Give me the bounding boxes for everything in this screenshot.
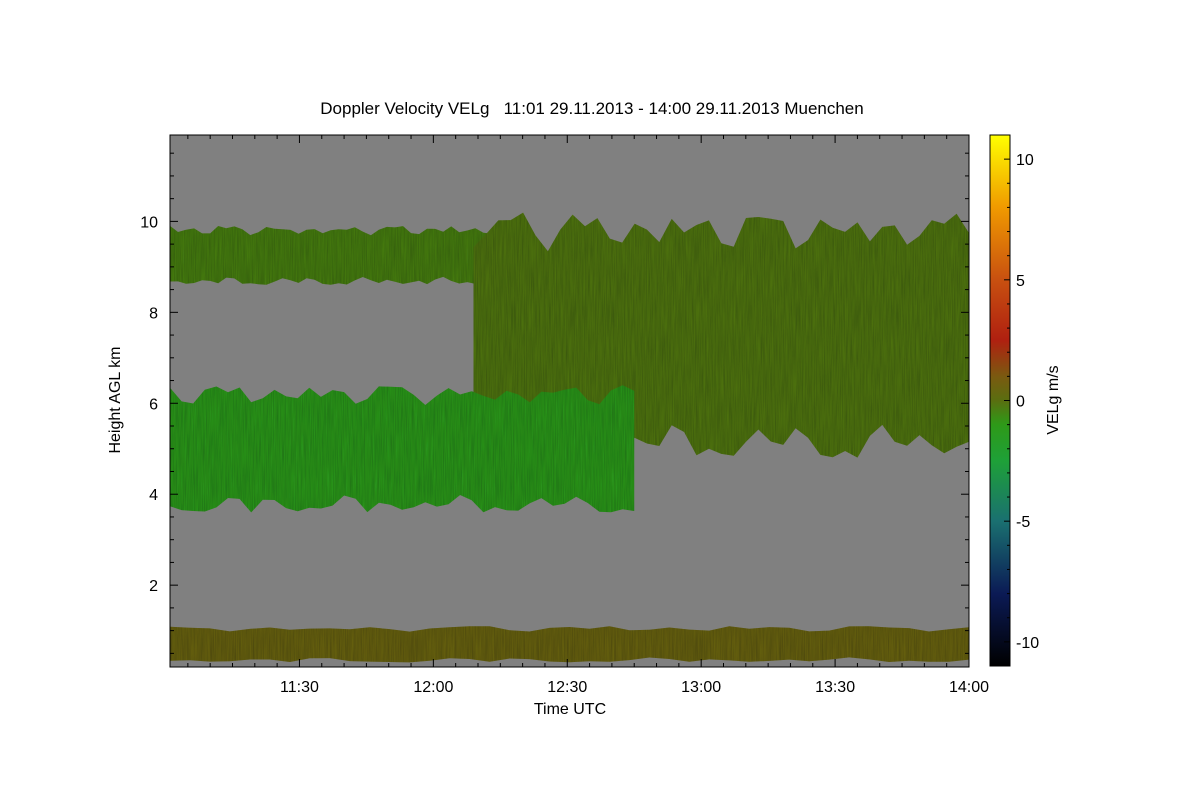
colorbar-tick-label: 10 — [1016, 152, 1034, 169]
x-tick-label: 14:00 — [949, 679, 989, 696]
x-axis-title: Time UTC — [534, 701, 606, 718]
y-tick-label: 6 — [149, 396, 158, 413]
velocity-region-1 — [170, 225, 492, 285]
velocity-region-4 — [170, 626, 969, 663]
colorbar-title: VELg m/s — [1045, 365, 1062, 434]
velocity-region-3 — [170, 385, 635, 513]
colorbar-tick-label: 5 — [1016, 273, 1025, 290]
x-tick-label: 13:30 — [815, 679, 855, 696]
y-tick-label: 4 — [149, 487, 158, 504]
colorbar-tick-label: -10 — [1016, 635, 1039, 652]
chart-title: Doppler Velocity VELg 11:01 29.11.2013 -… — [320, 99, 863, 118]
y-axis-title: Height AGL km — [107, 346, 124, 453]
chart: Doppler Velocity VELg 11:01 29.11.2013 -… — [107, 99, 1062, 718]
colorbar-tick-label: -5 — [1016, 514, 1030, 531]
colorbar-tick-label: 0 — [1016, 394, 1025, 411]
y-tick-label: 8 — [149, 305, 158, 322]
x-tick-label: 11:30 — [280, 679, 319, 696]
x-tick-label: 12:30 — [547, 679, 587, 696]
x-tick-label: 13:00 — [681, 679, 721, 696]
y-tick-label: 10 — [140, 214, 158, 231]
x-tick-label: 12:00 — [413, 679, 453, 696]
y-tick-label: 2 — [149, 578, 158, 595]
